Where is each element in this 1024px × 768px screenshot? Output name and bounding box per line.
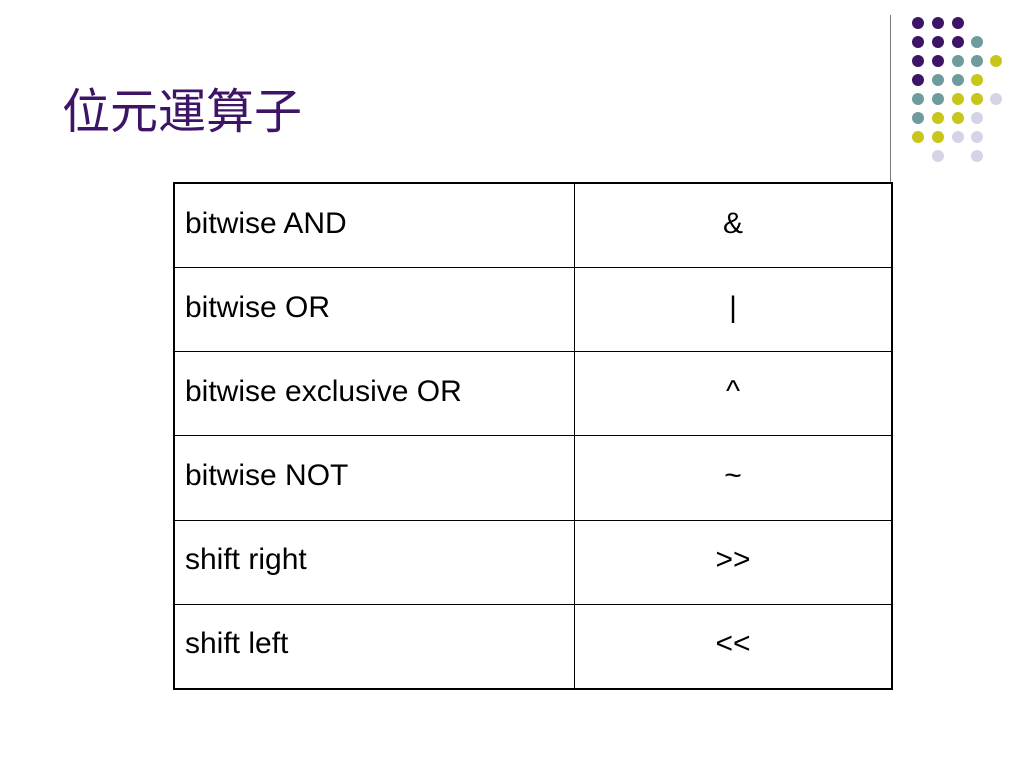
decor-dot	[912, 93, 924, 105]
decor-dot	[912, 112, 924, 124]
symbol-cell: ~	[574, 435, 893, 521]
symbol-cell: >>	[574, 519, 893, 605]
slide-title: 位元運算子	[62, 84, 303, 140]
decor-dot	[952, 131, 964, 143]
decor-dot	[932, 150, 944, 162]
decor-dot	[932, 93, 944, 105]
decor-dot	[952, 17, 964, 29]
decor-dot	[932, 74, 944, 86]
decor-dot	[971, 150, 983, 162]
operation-cell: bitwise AND	[173, 182, 575, 269]
decor-dot	[912, 36, 924, 48]
decor-dot	[990, 93, 1002, 105]
symbol-cell: |	[574, 267, 893, 353]
decor-dot	[912, 74, 924, 86]
decor-dot	[912, 131, 924, 143]
symbol-label: ^	[725, 374, 741, 408]
operation-cell: shift left	[173, 603, 575, 690]
symbol-label: &	[722, 206, 743, 240]
decor-dot	[971, 36, 983, 48]
symbol-label: ~	[724, 459, 742, 493]
operation-label: shift left	[185, 627, 289, 661]
table-row: bitwise OR |	[173, 267, 893, 353]
decor-dot	[971, 93, 983, 105]
decor-dot	[971, 74, 983, 86]
operation-cell: bitwise NOT	[173, 435, 575, 521]
operation-label: bitwise exclusive OR	[185, 374, 462, 408]
decor-dot	[912, 17, 924, 29]
decor-dot	[932, 55, 944, 67]
table-row: bitwise exclusive OR ^	[173, 351, 893, 437]
decor-dot	[932, 112, 944, 124]
table-row: bitwise AND &	[173, 182, 893, 269]
slide: 位元運算子 bitwise AND & bitwise OR | bitwise…	[0, 0, 1024, 768]
decor-dot	[952, 55, 964, 67]
table-row: shift left <<	[173, 603, 893, 690]
operator-table: bitwise AND & bitwise OR | bitwise exclu…	[173, 182, 893, 690]
decor-dot	[952, 74, 964, 86]
operation-label: bitwise AND	[185, 206, 347, 240]
table-row: shift right >>	[173, 519, 893, 605]
operation-label: shift right	[185, 543, 307, 577]
symbol-cell: &	[574, 182, 893, 269]
decor-dot	[912, 55, 924, 67]
symbol-cell: <<	[574, 603, 893, 690]
decor-dot	[971, 112, 983, 124]
decor-dot	[952, 112, 964, 124]
decorative-vertical-line	[890, 15, 891, 183]
symbol-label: >>	[715, 543, 751, 577]
decor-dot	[932, 36, 944, 48]
decor-dot	[932, 131, 944, 143]
decor-dot	[952, 36, 964, 48]
operation-label: bitwise OR	[185, 290, 331, 324]
operation-cell: bitwise OR	[173, 267, 575, 353]
operation-cell: shift right	[173, 519, 575, 605]
decor-dot	[971, 55, 983, 67]
symbol-cell: ^	[574, 351, 893, 437]
decor-dot	[932, 17, 944, 29]
decor-dot	[990, 55, 1002, 67]
operation-cell: bitwise exclusive OR	[173, 351, 575, 437]
table-row: bitwise NOT ~	[173, 435, 893, 521]
symbol-label: <<	[715, 627, 751, 661]
symbol-label: |	[729, 290, 737, 324]
decor-dot	[971, 131, 983, 143]
decor-dot	[952, 93, 964, 105]
operation-label: bitwise NOT	[185, 459, 349, 493]
